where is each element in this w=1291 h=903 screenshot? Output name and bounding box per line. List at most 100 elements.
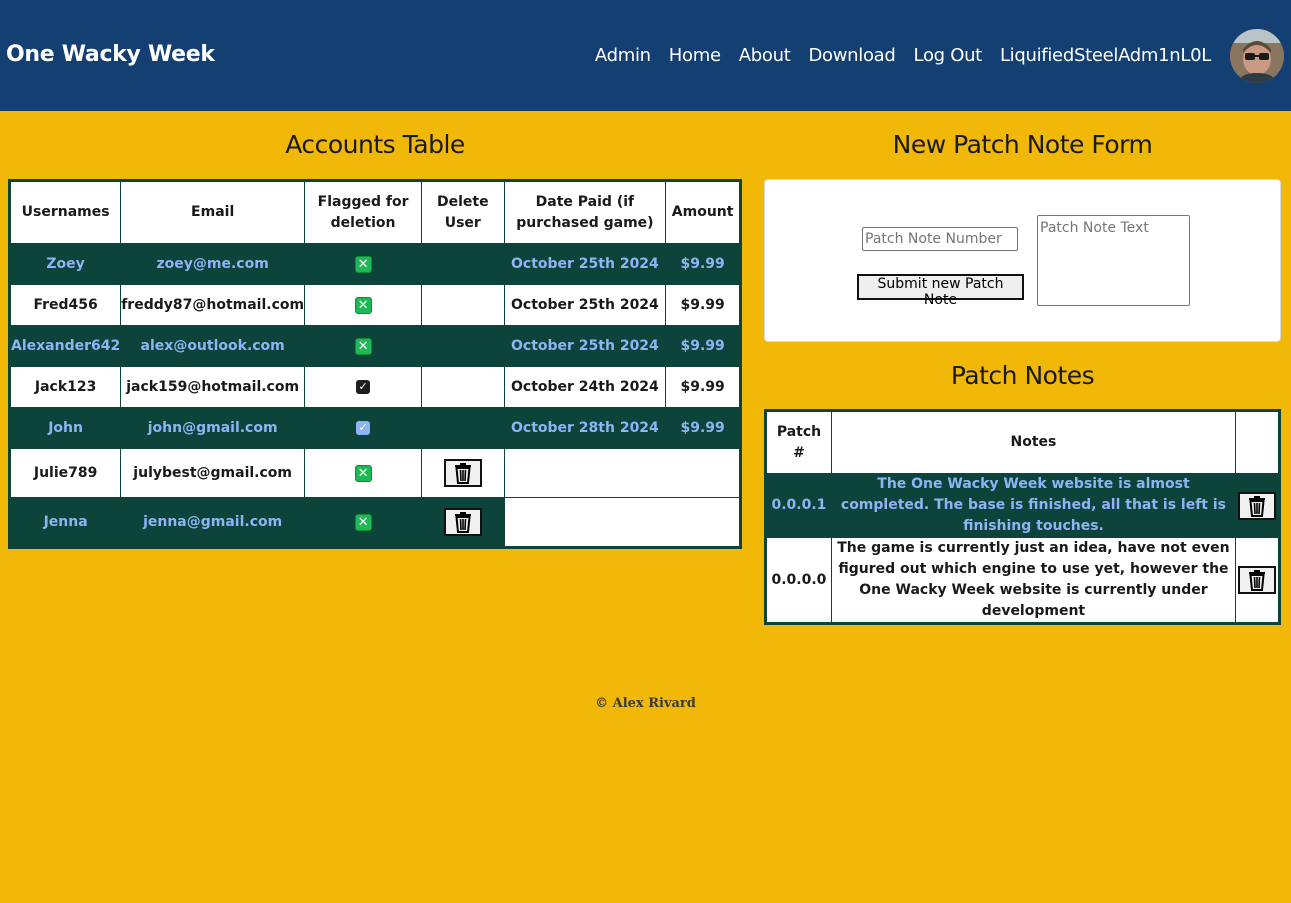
cell-delete: [421, 366, 505, 408]
patch-form-title: New Patch Note Form: [892, 130, 1153, 159]
cell-flag: [304, 448, 423, 498]
cell-flag: [304, 243, 423, 285]
cell-date: October 28th 2024: [503, 407, 667, 449]
table-row: Zoey zoey@me.com October 25th 2024 $9.99: [8, 243, 741, 285]
cell-amount: $9.99: [665, 366, 741, 408]
cell-delete: [1234, 537, 1281, 624]
col-header-email: Email: [120, 180, 306, 244]
cell-email: john@gmail.com: [120, 407, 306, 449]
col-header-flagged: Flagged for deletion: [304, 180, 423, 244]
cell-amount: $9.99: [665, 407, 741, 449]
cell-email: jenna@gmail.com: [120, 497, 306, 548]
flag-checkbox[interactable]: [354, 296, 372, 314]
accounts-table: Usernames Email Flagged for deletion Del…: [8, 179, 742, 549]
cell-username: Julie789: [8, 448, 122, 498]
cell-flag: [304, 284, 423, 326]
nav-home[interactable]: Home: [669, 45, 721, 66]
cell-username: Zoey: [8, 243, 122, 285]
cell-username: John: [8, 407, 122, 449]
nav-admin[interactable]: Admin: [595, 45, 651, 66]
table-row: Julie789 julybest@gmail.com: [8, 448, 742, 498]
cell-username: Fred456: [8, 284, 122, 326]
cell-email: julybest@gmail.com: [120, 448, 306, 498]
cell-delete: [421, 284, 505, 326]
cell-email: freddy87@hotmail.com: [120, 284, 306, 326]
col-header-date-paid: Date Paid (if purchased game): [503, 180, 667, 244]
table-header-row: Usernames Email Flagged for deletion Del…: [8, 180, 741, 244]
col-header-patch: Patch #: [765, 410, 832, 474]
flag-checkbox[interactable]: [354, 464, 372, 482]
flag-checkbox[interactable]: [354, 337, 372, 355]
trash-icon: [1248, 570, 1265, 591]
cell-notes: The One Wacky Week website is almost com…: [830, 473, 1236, 538]
cell-amount: $9.99: [665, 243, 741, 285]
cell-amount: $9.99: [665, 284, 741, 326]
nav-logout[interactable]: Log Out: [914, 45, 983, 66]
flag-checkbox[interactable]: [356, 379, 371, 395]
cell-delete: [1234, 473, 1281, 538]
table-row: John john@gmail.com October 28th 2024 $9…: [8, 407, 741, 449]
cell-patch-number: 0.0.0.0: [765, 537, 832, 624]
patch-note-form: Submit new Patch Note: [764, 179, 1281, 342]
patch-text-input[interactable]: [1037, 215, 1190, 306]
accounts-title: Accounts Table: [285, 130, 465, 159]
col-header-delete: Delete User: [421, 180, 505, 244]
cell-empty: [503, 497, 742, 548]
cell-amount: $9.99: [665, 325, 741, 367]
submit-patch-note-button[interactable]: Submit new Patch Note: [857, 274, 1024, 308]
cell-delete: [421, 448, 505, 498]
col-header-amount: Amount: [665, 180, 741, 244]
delete-patch-button[interactable]: [1237, 566, 1276, 594]
cell-delete: [421, 407, 505, 449]
cell-flag: [304, 407, 423, 449]
trash-icon: [1248, 495, 1265, 517]
table-row: 0.0.0.0 The game is currently just an id…: [765, 537, 1281, 624]
col-header-notes: Notes: [830, 410, 1236, 474]
col-header-usernames: Usernames: [8, 180, 122, 244]
cell-username: Jenna: [8, 497, 122, 548]
cell-empty: [503, 448, 742, 498]
table-row: Fred456 freddy87@hotmail.com October 25t…: [8, 284, 741, 326]
cell-email: alex@outlook.com: [120, 325, 306, 367]
table-row: Alexander642 alex@outlook.com October 25…: [8, 325, 741, 367]
navbar: One Wacky Week Admin Home About Download…: [0, 0, 1291, 111]
cell-email: jack159@hotmail.com: [120, 366, 306, 408]
nav-about[interactable]: About: [739, 45, 791, 66]
table-row: Jack123 jack159@hotmail.com October 24th…: [8, 366, 741, 408]
cell-flag: [304, 325, 423, 367]
patch-number-input[interactable]: [862, 227, 1018, 251]
patch-notes-title: Patch Notes: [950, 361, 1095, 390]
flag-checkbox[interactable]: [354, 255, 372, 273]
cell-username: Jack123: [8, 366, 122, 408]
table-header-row: Patch # Notes: [765, 410, 1281, 474]
avatar[interactable]: [1230, 29, 1284, 83]
nav-links: Admin Home About Download Log Out Liquif…: [595, 45, 1211, 66]
cell-delete: [421, 325, 505, 367]
delete-patch-button[interactable]: [1237, 491, 1276, 520]
cell-notes: The game is currently just an idea, have…: [830, 537, 1236, 624]
table-row: Jenna jenna@gmail.com: [8, 497, 742, 548]
nav-username[interactable]: LiquifiedSteelAdm1nL0L: [1000, 45, 1211, 66]
table-row: 0.0.0.1 The One Wacky Week website is al…: [765, 473, 1281, 538]
cell-email: zoey@me.com: [120, 243, 306, 285]
flag-checkbox[interactable]: [356, 420, 371, 436]
cell-delete: [421, 497, 505, 548]
brand-title[interactable]: One Wacky Week: [6, 42, 215, 67]
cell-date: October 24th 2024: [503, 366, 667, 408]
nav-download[interactable]: Download: [808, 45, 895, 66]
cell-delete: [421, 243, 505, 285]
cell-date: October 25th 2024: [503, 325, 667, 367]
cell-date: October 25th 2024: [503, 243, 667, 285]
cell-flag: [304, 497, 423, 548]
trash-icon: [454, 463, 471, 484]
delete-user-button[interactable]: [443, 508, 482, 536]
col-header-actions: [1234, 410, 1281, 474]
delete-user-button[interactable]: [443, 459, 482, 487]
cell-date: October 25th 2024: [503, 284, 667, 326]
cell-username: Alexander642: [8, 325, 122, 367]
cell-patch-number: 0.0.0.1: [765, 473, 832, 538]
footer-copyright: © Alex Rivard: [595, 696, 696, 711]
trash-icon: [454, 512, 471, 533]
flag-checkbox[interactable]: [354, 513, 372, 531]
user-avatar-icon: [1230, 29, 1284, 83]
